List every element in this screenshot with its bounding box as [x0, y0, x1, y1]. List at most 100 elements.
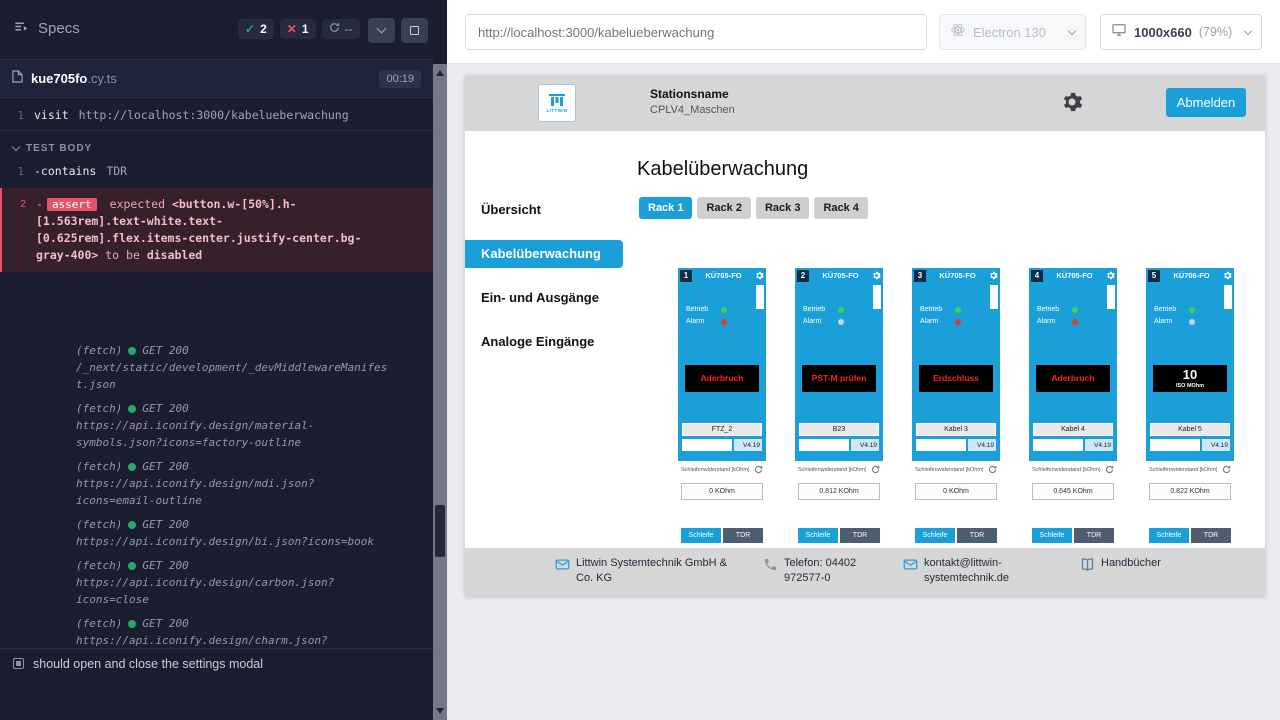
schleife-button[interactable]: Schleife [1149, 528, 1189, 543]
device-number: 3 [914, 270, 926, 282]
test-title-row[interactable]: should open and close the settings modal [0, 648, 433, 678]
device-card: 3 KÜ705-FO Betrieb Alarm Erdschluss Kabe… [912, 268, 1000, 546]
fetch-status: GET 200 [142, 400, 188, 417]
logout-button[interactable]: Abmelden [1166, 88, 1246, 117]
scrollbar-thumb[interactable] [435, 505, 445, 557]
alarm-led [721, 319, 727, 325]
url-input[interactable] [465, 14, 927, 50]
schleife-button[interactable]: Schleife [681, 528, 721, 543]
tdr-button[interactable]: TDR [723, 528, 763, 543]
betrieb-label: Betrieb [686, 306, 718, 313]
station-label: Stationsname [650, 87, 735, 101]
resistance-label: Schleifenwiderstand [kOhm] [681, 467, 749, 473]
alarm-label: Alarm [920, 318, 952, 325]
tdr-button[interactable]: TDR [1074, 528, 1114, 543]
device-model: KÜ706-FO [1162, 271, 1221, 280]
betrieb-led [1189, 307, 1195, 313]
browser-toolbar: Electron 130 1000x660 (79%) [447, 0, 1280, 64]
sidebar-item-kabel-berwachung[interactable]: Kabelüberwachung [465, 240, 623, 268]
schleife-button[interactable]: Schleife [1032, 528, 1072, 543]
littwin-logo: LITTWIN [538, 84, 576, 122]
betrieb-label: Betrieb [1154, 306, 1186, 313]
betrieb-label: Betrieb [1037, 306, 1069, 313]
version-box [1150, 439, 1200, 451]
scrollbar-track[interactable] [433, 64, 447, 720]
scroll-up-arrow-icon[interactable] [436, 70, 444, 76]
tdr-button[interactable]: TDR [1191, 528, 1231, 543]
command-name: visit [34, 108, 69, 122]
spec-file-row[interactable]: kue705fo.cy.ts 00:19 [0, 60, 433, 98]
device-card: 1 KÜ705-FO Betrieb Alarm Aderbruch FTZ_2… [678, 268, 766, 546]
passed-stat: ✓2 [238, 19, 274, 39]
sidebar-item-ein-und-ausg-nge[interactable]: Ein- und Ausgänge [465, 284, 637, 312]
viewport-select[interactable]: 1000x660 (79%) [1100, 14, 1262, 50]
pending-count: -- [345, 22, 353, 36]
firmware-version: V4.19 [1202, 439, 1230, 451]
refresh-icon [329, 22, 340, 36]
tdr-button[interactable]: TDR [957, 528, 997, 543]
pending-stat: -- [322, 19, 360, 39]
schleife-button[interactable]: Schleife [915, 528, 955, 543]
schleife-button[interactable]: Schleife [798, 528, 838, 543]
command-arg: http://localhost:3000/kabelueberwachung [79, 108, 349, 122]
fetch-status: GET 200 [142, 516, 188, 533]
book-icon [1080, 557, 1095, 572]
browser-select[interactable]: Electron 130 [939, 14, 1086, 50]
station-name: CPLV4_Maschen [650, 104, 735, 116]
device-model: KÜ705-FO [928, 271, 987, 280]
fetch-url: https://api.iconify.design/material-symb… [76, 417, 392, 451]
indicator-strip [1224, 285, 1232, 309]
indicator-strip [990, 285, 998, 309]
scroll-down-arrow-icon[interactable] [436, 708, 444, 714]
footer-text: Telefon: 04402 972577-0 [784, 556, 889, 586]
stop-button[interactable] [401, 18, 428, 43]
refresh-icon[interactable] [1105, 465, 1114, 474]
firmware-version: V4.19 [1085, 439, 1113, 451]
version-box [799, 439, 849, 451]
cable-name: Kabel 5 [1150, 423, 1230, 436]
fetch-log-entry: (fetch)GET 200https://api.iconify.design… [76, 516, 433, 550]
settings-gear-icon[interactable] [1061, 91, 1083, 118]
rack-tab[interactable]: Rack 1 [639, 197, 692, 219]
specs-menu-button[interactable]: Specs [14, 19, 80, 38]
tdr-button[interactable]: TDR [840, 528, 880, 543]
failed-assert-row[interactable]: 2 -assert expected <button.w-[50%].h-[1.… [0, 188, 433, 272]
version-box [1033, 439, 1083, 451]
alarm-led [955, 319, 961, 325]
device-settings-gear-icon[interactable] [989, 271, 998, 280]
device-settings-gear-icon[interactable] [1106, 271, 1115, 280]
device-settings-gear-icon[interactable] [755, 271, 764, 280]
fetch-prefix: (fetch) [76, 342, 122, 359]
sidebar-item--bersicht[interactable]: Übersicht [465, 196, 637, 224]
fetch-log-entry: (fetch)GET 200https://api.iconify.design… [76, 615, 433, 648]
rack-tab[interactable]: Rack 4 [814, 197, 867, 219]
fetch-prefix: (fetch) [76, 458, 122, 475]
refresh-icon[interactable] [754, 465, 763, 474]
device-settings-gear-icon[interactable] [872, 271, 881, 280]
command-row[interactable]: 1-containsTDR [0, 160, 433, 182]
resistance-label: Schleifenwiderstand [kOhm] [1149, 467, 1217, 473]
sidebar-item-analoge-eing-nge[interactable]: Analoge Eingänge [465, 328, 637, 356]
check-icon: ✓ [245, 22, 255, 36]
betrieb-led [955, 307, 961, 313]
refresh-icon[interactable] [871, 465, 880, 474]
refresh-icon[interactable] [988, 465, 997, 474]
rack-tab[interactable]: Rack 2 [697, 197, 750, 219]
stop-icon [410, 26, 419, 35]
refresh-icon[interactable] [1222, 465, 1231, 474]
browser-name: Electron 130 [973, 25, 1046, 40]
command-visit[interactable]: 1 visit http://localhost:3000/kabelueber… [0, 104, 433, 126]
reporter-scrollbar[interactable] [433, 0, 447, 720]
app-under-test: LITTWIN Stationsname CPLV4_Maschen Abmel… [465, 75, 1265, 596]
email-icon [555, 557, 570, 572]
footer-item: Telefon: 04402 972577-0 [763, 556, 889, 586]
device-settings-gear-icon[interactable] [1223, 271, 1232, 280]
alarm-label: Alarm [1154, 318, 1186, 325]
rack-tab[interactable]: Rack 3 [756, 197, 809, 219]
alert-display: Aderbruch [685, 365, 759, 392]
test-body-header[interactable]: TEST BODY [0, 137, 433, 160]
collapse-button[interactable] [368, 18, 395, 43]
alarm-label: Alarm [1037, 318, 1069, 325]
sidebar-nav: Übersicht Kabelüberwachung Ein- und Ausgän… [465, 196, 637, 372]
monitor-icon [1111, 22, 1127, 43]
